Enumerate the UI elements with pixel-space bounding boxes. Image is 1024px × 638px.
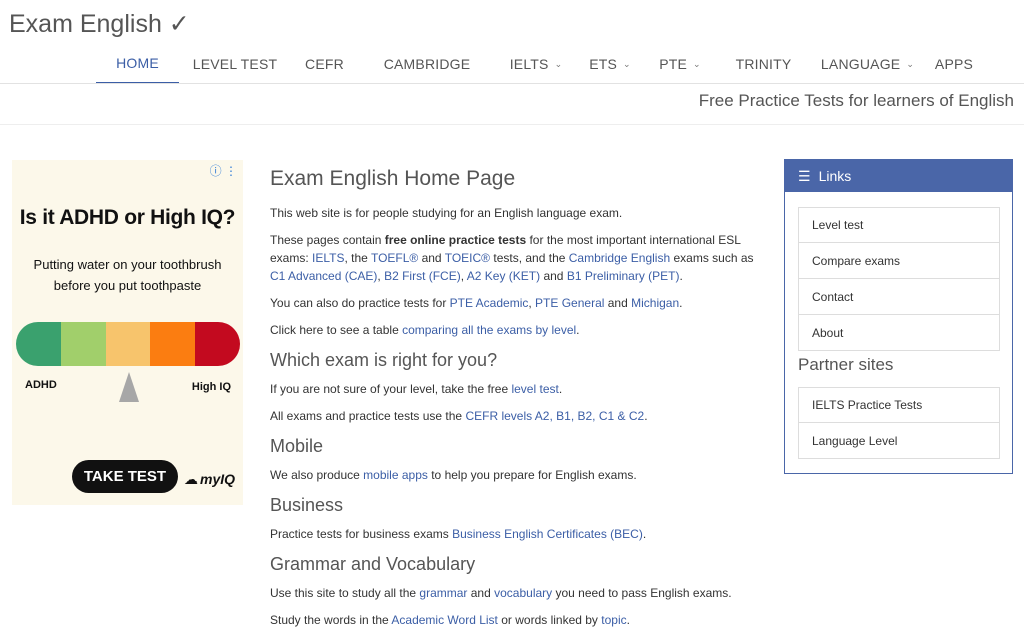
partner-sites-list: IELTS Practice Tests Language Level <box>798 387 1000 459</box>
link-c1-advanced[interactable]: C1 Advanced (CAE) <box>270 269 377 283</box>
nav-item-label: ETS <box>589 56 618 72</box>
ad-label-adhd: ADHD <box>25 379 57 391</box>
level-test-paragraph: If you are not sure of your level, take … <box>270 382 563 396</box>
header-divider <box>0 83 1024 84</box>
meter-segment <box>150 322 196 366</box>
grammar-paragraph: Use this site to study all the grammar a… <box>270 586 732 600</box>
take-test-button[interactable]: TAKE TEST <box>72 460 178 493</box>
meter-segment <box>105 322 151 366</box>
business-paragraph: Practice tests for business exams Busine… <box>270 527 647 541</box>
links-panel-header: ☰ Links <box>785 160 1012 192</box>
intro-paragraph: This web site is for people studying for… <box>270 206 623 220</box>
nav-item-label: CEFR <box>305 56 344 72</box>
link-toefl[interactable]: TOEFL® <box>371 251 418 265</box>
link-grammar[interactable]: grammar <box>419 586 467 600</box>
meter-segment <box>16 322 61 366</box>
brain-icon: ☁ <box>184 471 198 487</box>
heading-grammar-vocabulary: Grammar and Vocabulary <box>270 554 476 574</box>
heading-mobile: Mobile <box>270 436 324 456</box>
link-level-test[interactable]: level test <box>511 382 558 396</box>
cefr-paragraph: All exams and practice tests use the CEF… <box>270 409 648 423</box>
link-vocabulary[interactable]: vocabulary <box>494 586 552 600</box>
main-nav: HOME LEVEL TEST CEFR CAMBRIDGE IELTS ⌄ ETS ⌄ PTE… <box>96 44 984 84</box>
nav-item-label: APPS <box>934 56 974 72</box>
nav-item-level-test[interactable]: LEVEL TEST <box>179 44 291 84</box>
link-mobile-apps[interactable]: mobile apps <box>363 468 428 482</box>
ad-sub-line-1: Putting water on your toothbrush <box>33 257 222 272</box>
link-compare-exams[interactable]: comparing all the exams by level <box>402 323 576 337</box>
link-michigan[interactable]: Michigan <box>631 296 679 310</box>
link-bec[interactable]: Business English Certificates (BEC) <box>452 527 643 541</box>
partner-sites-title: Partner sites <box>798 355 894 374</box>
link-b1-preliminary[interactable]: B1 Preliminary (PET) <box>567 269 680 283</box>
ad-label-high-iq: High IQ <box>191 381 231 393</box>
nav-item-label: LEVEL TEST <box>192 56 278 72</box>
partner-link-language-level[interactable]: Language Level <box>798 423 1000 459</box>
nav-item-trinity[interactable]: TRINITY <box>716 44 811 84</box>
advertisement[interactable]: ⓘ ⋮ Is it ADHD or High IQ? Putting water… <box>12 160 243 505</box>
iq-meter <box>16 322 240 366</box>
link-topic[interactable]: topic <box>601 613 626 627</box>
nav-item-pte[interactable]: PTE ⌄ <box>644 44 716 84</box>
nav-item-apps[interactable]: APPS <box>924 44 984 84</box>
ad-headline: Is it ADHD or High IQ? <box>19 206 236 229</box>
ad-info-icon[interactable]: ⓘ ⋮ <box>210 162 237 179</box>
list-icon: ☰ <box>798 167 811 184</box>
nav-item-label: PTE <box>659 56 688 72</box>
mobile-paragraph: We also produce mobile apps to help you … <box>270 468 637 482</box>
ad-sub-line-2: before you put toothpaste <box>53 278 202 293</box>
ad-subtext: Putting water on your toothbrush before … <box>12 254 243 296</box>
link-ielts[interactable]: IELTS <box>312 251 344 265</box>
tagline-divider <box>0 124 1024 125</box>
heading-business: Business <box>270 495 344 515</box>
myiq-logo-text: myIQ <box>200 471 236 487</box>
link-toeic[interactable]: TOEIC® <box>445 251 490 265</box>
sidebar-link-level-test[interactable]: Level test <box>798 207 1000 243</box>
word-list-paragraph: Study the words in the Academic Word Lis… <box>270 613 630 627</box>
pte-paragraph: You can also do practice tests for PTE A… <box>270 296 683 310</box>
link-cefr-levels[interactable]: CEFR levels A2, B1, B2, C1 & C2 <box>465 409 644 423</box>
page-title: Exam English Home Page <box>270 167 516 190</box>
meter-segment <box>60 322 106 366</box>
link-academic-word-list[interactable]: Academic Word List <box>391 613 497 627</box>
chevron-down-icon: ⌄ <box>554 58 563 69</box>
link-pte-general[interactable]: PTE General <box>535 296 604 310</box>
nav-item-home[interactable]: HOME <box>96 44 179 84</box>
heading-which-exam: Which exam is right for you? <box>270 350 498 370</box>
meter-segment <box>195 322 240 366</box>
nav-item-ets[interactable]: ETS ⌄ <box>576 44 644 84</box>
link-a2-key[interactable]: A2 Key (KET) <box>467 269 540 283</box>
nav-item-cefr[interactable]: CEFR <box>291 44 358 84</box>
nav-item-label: LANGUAGE <box>820 56 901 72</box>
chevron-down-icon: ⌄ <box>906 58 915 69</box>
sidebar-link-compare-exams[interactable]: Compare exams <box>798 243 1000 279</box>
nav-item-language[interactable]: LANGUAGE ⌄ <box>811 44 924 84</box>
nav-item-ielts[interactable]: IELTS ⌄ <box>496 44 576 84</box>
site-logo[interactable]: Exam English ✓ <box>9 9 190 39</box>
sidebar-link-contact[interactable]: Contact <box>798 279 1000 315</box>
partner-link-ielts-practice-tests[interactable]: IELTS Practice Tests <box>798 387 1000 423</box>
sidebar-link-about[interactable]: About <box>798 315 1000 351</box>
links-panel-title: Links <box>818 168 852 184</box>
links-list: Level test Compare exams Contact About <box>798 207 1000 351</box>
nav-item-label: IELTS <box>509 56 549 72</box>
main-content: Exam English Home Page This web site is … <box>270 164 760 638</box>
site-tagline: Free Practice Tests for learners of Engl… <box>698 91 1014 110</box>
chevron-down-icon: ⌄ <box>623 58 631 69</box>
meter-pointer-icon <box>119 372 139 402</box>
chevron-down-icon: ⌄ <box>693 58 701 69</box>
compare-paragraph: Click here to see a table comparing all … <box>270 323 580 337</box>
nav-item-label: TRINITY <box>735 56 792 72</box>
link-cambridge-english[interactable]: Cambridge English <box>569 251 670 265</box>
nav-item-label: HOME <box>116 55 159 71</box>
nav-item-label: CAMBRIDGE <box>383 56 471 72</box>
links-panel: ☰ Links Level test Compare exams Contact Ab… <box>784 159 1013 474</box>
link-pte-academic[interactable]: PTE Academic <box>450 296 529 310</box>
link-b2-first[interactable]: B2 First (FCE) <box>384 269 461 283</box>
myiq-logo: ☁ myIQ <box>184 471 235 488</box>
practice-tests-paragraph: These pages contain free online practice… <box>270 233 754 283</box>
nav-item-cambridge[interactable]: CAMBRIDGE <box>358 44 496 84</box>
